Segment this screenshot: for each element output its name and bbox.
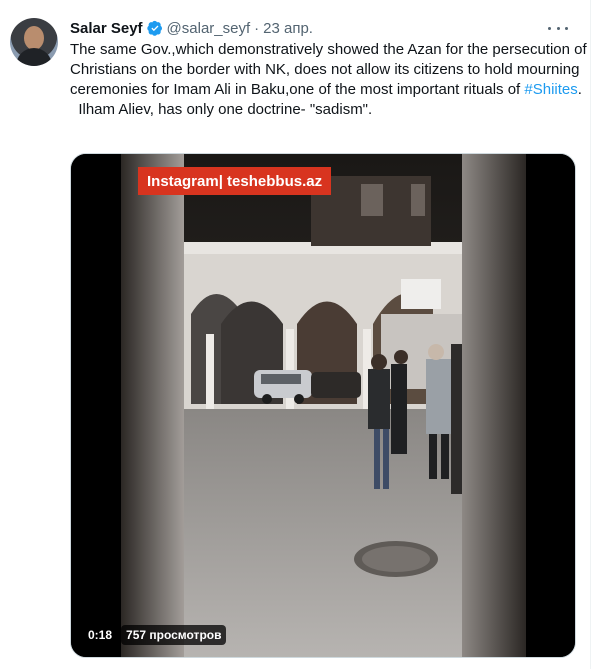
author-name[interactable]: Salar Seyf	[70, 20, 143, 37]
video-duration: 0:18	[83, 625, 118, 645]
tweet-header: Salar Seyf @salar_seyf · 23 апр.	[70, 17, 313, 39]
avatar[interactable]	[10, 18, 58, 66]
avatar-body	[16, 48, 52, 66]
avatar-face	[24, 26, 44, 50]
video-meta: 0:18 757 просмотров	[83, 625, 227, 645]
tweet-date[interactable]: 23 апр.	[263, 20, 313, 37]
tweet-text-line2: Ilham Aliev, has only one doctrine- "sad…	[70, 101, 373, 118]
more-options-icon[interactable]	[548, 19, 568, 37]
more-dot	[556, 26, 560, 30]
hashtag-link[interactable]: #Shiites	[524, 81, 577, 98]
more-dot	[548, 26, 551, 30]
video-views: 757 просмотров	[121, 625, 227, 645]
author-handle[interactable]: @salar_seyf	[167, 20, 251, 37]
header-separator: ·	[254, 19, 260, 37]
tweet-text-paragraph: The same Gov.,which demonstratively show…	[70, 40, 590, 100]
tweet-text: The same Gov.,which demonstratively show…	[70, 40, 590, 120]
video-watermark: Instagram| teshebbus.az	[138, 167, 332, 195]
more-dot	[565, 26, 568, 30]
tweet-text-paragraph: Ilham Aliev, has only one doctrine- "sad…	[70, 100, 590, 120]
verified-badge-icon	[146, 20, 162, 36]
tweet-text-line1: The same Gov.,which demonstratively show…	[70, 41, 587, 98]
tweet-text-line1-end: .	[577, 81, 582, 98]
tweet[interactable]: Salar Seyf @salar_seyf · 23 апр. The sam…	[0, 0, 591, 669]
video-frame	[71, 154, 575, 657]
video-player[interactable]: Instagram| teshebbus.az 0:18 757 просмот…	[70, 153, 576, 658]
